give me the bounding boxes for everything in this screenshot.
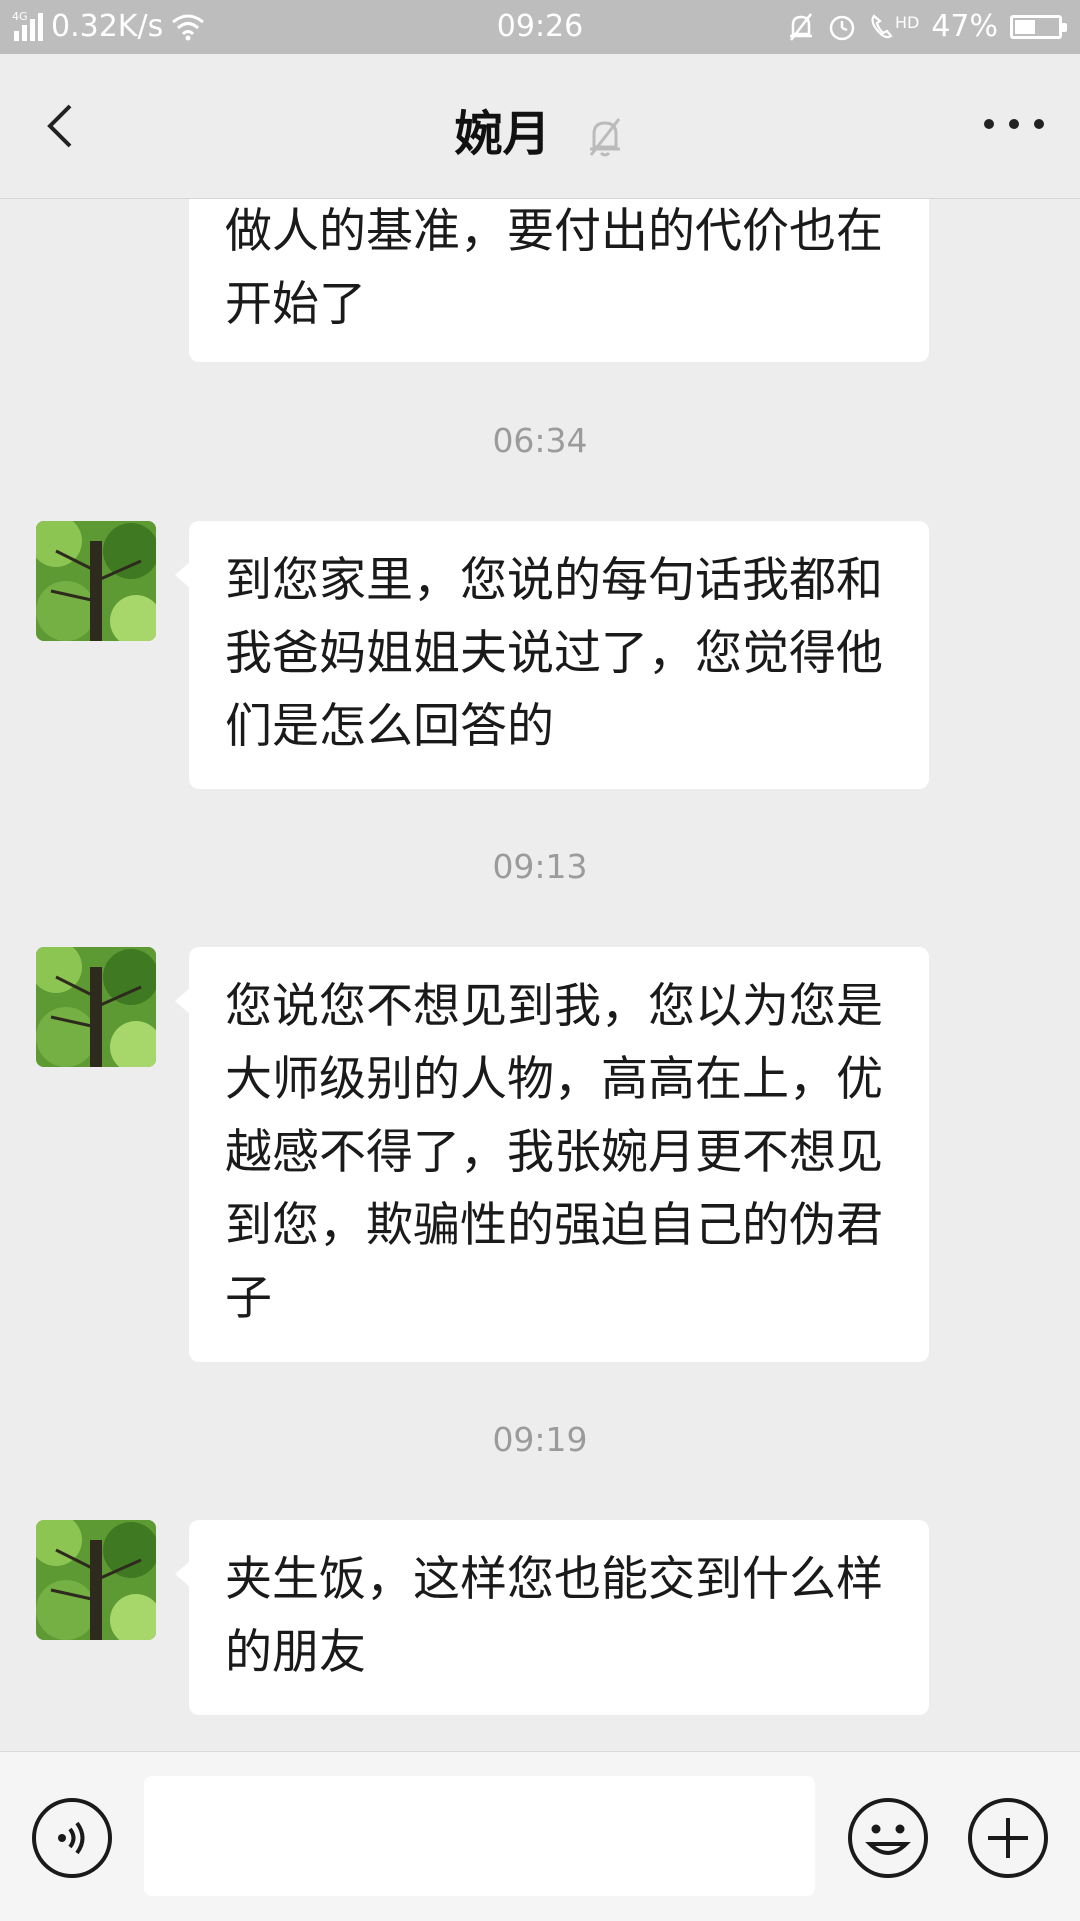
alarm-muted-bell-icon — [789, 12, 812, 41]
voice-icon[interactable] — [30, 1796, 114, 1880]
muted-bell-icon — [590, 118, 621, 157]
message-text: 夹生饭，这样您也能交到什么样的朋友 — [225, 1552, 883, 1680]
input-bar — [0, 1751, 1080, 1921]
more-dots-icon[interactable] — [984, 94, 1044, 154]
emoji-icon[interactable] — [846, 1796, 930, 1880]
tree-photo-icon — [36, 947, 156, 1067]
time-divider: 06:34 — [492, 421, 588, 460]
avatar[interactable] — [36, 1520, 156, 1640]
tree-photo-icon — [36, 1520, 156, 1640]
status-right: HD 47% — [787, 9, 1067, 44]
message-bubble[interactable]: 夹生饭，这样您也能交到什么样的朋友 — [175, 1520, 929, 1715]
chat-header: 婉月 — [0, 54, 1080, 199]
hd-label: HD — [894, 12, 920, 32]
chat-title: 婉月 — [454, 106, 551, 162]
message-bubble[interactable]: 到您家里，您说的每句话我都和我爸妈姐姐夫说过了，您觉得他们是怎么回答的 — [175, 521, 929, 789]
message-text: 您说您不想见到我，您以为您是大师级别的人物，高高在上，优越感不得了，我张婉月更不… — [225, 979, 883, 1326]
message-input[interactable] — [144, 1776, 815, 1896]
avatar[interactable] — [36, 947, 156, 1067]
message-text: 到您家里，您说的每句话我都和我爸妈姐姐夫说过了，您觉得他们是怎么回答的 — [225, 553, 883, 754]
message-text: 做人的基准，要付出的代价也在开始了 — [225, 204, 883, 332]
avatar[interactable] — [36, 521, 156, 641]
chat-title-area: 婉月 — [0, 94, 1080, 164]
plus-icon[interactable] — [966, 1796, 1050, 1880]
time-divider: 09:13 — [492, 847, 588, 886]
tree-photo-icon — [36, 521, 156, 641]
battery-percent: 47% — [931, 9, 998, 44]
hd-call-icon: HD — [869, 13, 919, 41]
message-bubble[interactable]: 做人的基准，要付出的代价也在开始了 — [189, 199, 929, 362]
status-bar: 4G 0.32K/s 09:26 HD 47% — [0, 0, 1080, 54]
message-list[interactable]: 做人的基准，要付出的代价也在开始了 06:34 到您家里，您说的每句话我都和我爸… — [0, 199, 1080, 1751]
battery-icon — [1010, 14, 1067, 39]
alarm-clock-icon — [829, 15, 855, 40]
time-divider: 09:19 — [492, 1420, 588, 1459]
message-bubble[interactable]: 您说您不想见到我，您以为您是大师级别的人物，高高在上，优越感不得了，我张婉月更不… — [175, 947, 929, 1362]
